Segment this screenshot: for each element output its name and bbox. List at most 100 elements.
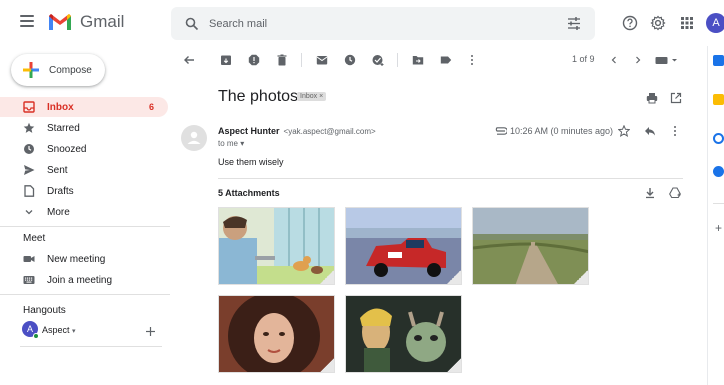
- add-to-tasks-icon[interactable]: [372, 54, 384, 66]
- sidebar-divider: [0, 294, 170, 295]
- attachments-title: 5 Attachments: [218, 188, 280, 198]
- mark-unread-icon[interactable]: [316, 54, 328, 66]
- sidebar-item-label: Snoozed: [47, 143, 87, 155]
- page-fold-corner: [320, 358, 334, 372]
- sidebar-item-label: New meeting: [47, 253, 106, 265]
- tasks-icon[interactable]: [713, 133, 724, 144]
- calendar-icon[interactable]: [713, 55, 724, 66]
- more-vertical-icon[interactable]: [669, 125, 681, 137]
- archive-icon[interactable]: [220, 54, 232, 66]
- toolbar-divider: [301, 53, 302, 67]
- sender-email: <yak.aspect@gmail.com>: [283, 127, 376, 136]
- attachment-thumbnail[interactable]: [218, 295, 335, 373]
- app-name: Gmail: [80, 12, 125, 31]
- rail-divider: [713, 203, 724, 204]
- sidebar-item-snoozed[interactable]: Snoozed: [0, 139, 168, 159]
- input-tools-keyboard-icon[interactable]: [655, 56, 679, 65]
- sender-avatar[interactable]: [181, 125, 207, 151]
- person-icon: [187, 131, 201, 144]
- label-icon[interactable]: [440, 54, 452, 66]
- attachment-thumbnail[interactable]: [472, 207, 589, 285]
- account-avatar[interactable]: A: [706, 13, 724, 33]
- apps-grid-icon[interactable]: [679, 15, 695, 31]
- search-options-icon[interactable]: [567, 17, 581, 30]
- keep-icon[interactable]: [713, 94, 724, 105]
- move-to-folder-icon[interactable]: [412, 54, 424, 66]
- sidebar-item-more[interactable]: More: [0, 202, 168, 222]
- sidebar-divider: [20, 346, 162, 347]
- sidebar-item-label: Drafts: [47, 185, 74, 197]
- attachment-thumbnail[interactable]: [345, 207, 462, 285]
- compose-button[interactable]: Compose: [11, 54, 105, 86]
- sender-line: Aspect Hunter <yak.aspect@gmail.com>: [218, 126, 376, 136]
- sidebar-item-label: Join a meeting: [47, 274, 113, 286]
- compose-label: Compose: [49, 64, 92, 76]
- cartoon-man-dog-image: [219, 208, 334, 284]
- portrait-photo-image: [219, 296, 334, 372]
- report-spam-icon[interactable]: [248, 54, 260, 66]
- sidebar-item-join-meeting[interactable]: Join a meeting: [0, 270, 168, 290]
- inbox-label-chip[interactable]: Inbox ×: [297, 92, 327, 101]
- draft-icon: [24, 185, 35, 197]
- print-icon[interactable]: [646, 92, 658, 104]
- open-in-new-window-icon[interactable]: [670, 92, 682, 104]
- attachment-icon: [495, 127, 507, 135]
- email-body: Use them wisely: [218, 157, 284, 167]
- meet-section-title: Meet: [23, 233, 46, 244]
- more-vertical-icon[interactable]: [466, 54, 478, 66]
- search-input[interactable]: [209, 17, 529, 30]
- settings-gear-icon[interactable]: [650, 15, 666, 31]
- download-all-icon[interactable]: [644, 187, 656, 199]
- sidebar-item-label: More: [47, 206, 70, 218]
- inbox-icon: [23, 101, 35, 113]
- send-icon: [24, 165, 35, 175]
- online-status-icon: [33, 333, 39, 339]
- newer-chevron-left-icon[interactable]: [608, 54, 620, 66]
- gmail-logo[interactable]: Gmail: [47, 12, 124, 32]
- contacts-icon[interactable]: [713, 166, 724, 177]
- search-bar[interactable]: [171, 7, 595, 40]
- hangouts-user-name: Aspect: [42, 325, 70, 335]
- older-chevron-right-icon[interactable]: [632, 54, 644, 66]
- sidebar-item-label: Inbox: [47, 101, 74, 113]
- sidebar-divider: [0, 226, 170, 227]
- help-icon[interactable]: [622, 15, 638, 31]
- star-icon: [23, 122, 35, 133]
- sidebar-item-sent[interactable]: Sent: [0, 160, 168, 180]
- hangouts-user-button[interactable]: Aspect ▾: [42, 325, 76, 335]
- clock-icon: [24, 144, 34, 154]
- label-chip-text: Inbox: [300, 93, 318, 100]
- snooze-icon[interactable]: [344, 54, 356, 66]
- add-contact-plus-icon[interactable]: [145, 326, 156, 337]
- hangouts-section-title: Hangouts: [23, 305, 66, 316]
- get-addons-plus-icon[interactable]: +: [715, 222, 722, 234]
- sidebar-item-starred[interactable]: Starred: [0, 118, 168, 138]
- gmail-m-icon: [49, 14, 71, 30]
- compose-plus-icon: [23, 62, 39, 78]
- search-icon[interactable]: [185, 17, 199, 31]
- remove-label-icon[interactable]: ×: [319, 93, 323, 100]
- reply-icon[interactable]: [644, 125, 656, 137]
- sender-name: Aspect Hunter: [218, 126, 280, 136]
- sidebar-item-new-meeting[interactable]: New meeting: [0, 249, 168, 269]
- sidebar-item-label: Sent: [47, 164, 68, 176]
- main-menu-icon[interactable]: [20, 15, 34, 27]
- attachment-thumbnail[interactable]: [345, 295, 462, 373]
- message-time: 10:26 AM (0 minutes ago): [510, 126, 614, 136]
- sidebar-item-label: Starred: [47, 122, 80, 134]
- chevron-down-icon: [25, 210, 33, 215]
- caret-down-icon: ▾: [240, 139, 245, 148]
- recipients-toggle[interactable]: to me ▾: [218, 139, 244, 148]
- caret-down-icon: ▾: [72, 328, 76, 335]
- back-arrow-icon[interactable]: [183, 54, 195, 66]
- sidebar-item-drafts[interactable]: Drafts: [0, 181, 168, 201]
- race-truck-image: [346, 208, 461, 284]
- star-outline-icon[interactable]: [618, 125, 630, 137]
- page-fold-corner: [447, 270, 461, 284]
- delete-icon[interactable]: [276, 54, 288, 66]
- attachments-divider: [218, 178, 683, 179]
- email-subject: The photos: [218, 88, 299, 105]
- attachment-thumbnail[interactable]: [218, 207, 335, 285]
- save-to-drive-icon[interactable]: [669, 187, 681, 199]
- sidebar-item-inbox[interactable]: Inbox 6: [0, 97, 168, 117]
